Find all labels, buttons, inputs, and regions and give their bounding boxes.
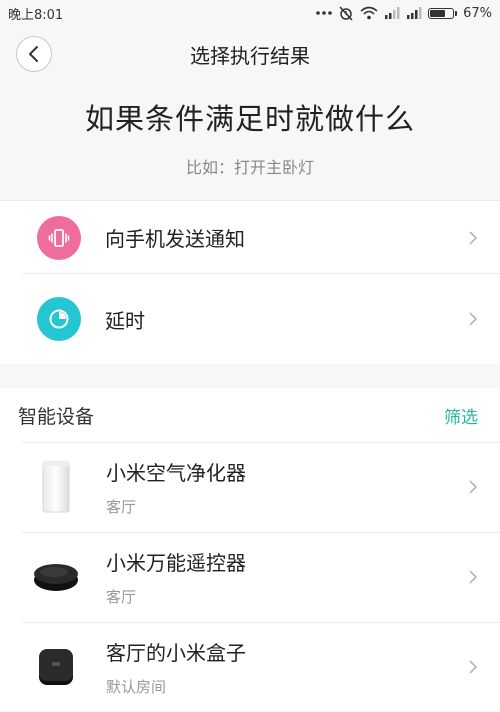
chevron-right-icon xyxy=(469,480,478,494)
signal-icon xyxy=(406,7,422,19)
universal-remote-image xyxy=(20,547,92,607)
status-bar: 晚上8:01 67% xyxy=(0,0,500,26)
status-icons: 67% xyxy=(316,5,492,21)
condition-headline: 如果条件满足时就做什么 xyxy=(84,102,415,136)
device-name: 小米空气净化器 xyxy=(106,461,246,485)
device-universal-remote[interactable]: 小米万能遥控器 客厅 xyxy=(0,532,500,622)
device-name: 客厅的小米盒子 xyxy=(106,641,246,665)
action-notify-phone[interactable]: 向手机发送通知 xyxy=(0,201,500,274)
nav-bar: 选择执行结果 xyxy=(0,26,500,82)
section-title: 智能设备 xyxy=(18,405,95,428)
device-air-purifier[interactable]: 小米空气净化器 客厅 xyxy=(0,442,500,532)
back-button[interactable] xyxy=(16,36,52,72)
device-room: 客厅 xyxy=(106,588,137,606)
action-list: 向手机发送通知 延时 xyxy=(0,200,500,364)
smart-devices-section: 智能设备 筛选 小米空气净化器 客厅 小米万能遥控器 客厅 客厅的小米盒子 默认… xyxy=(0,388,500,711)
chevron-right-icon xyxy=(469,570,478,584)
chevron-right-icon xyxy=(469,230,478,245)
timer-icon xyxy=(37,297,81,341)
device-name: 小米万能遥控器 xyxy=(106,551,246,575)
hint-text: 比如：打开主卧灯 xyxy=(185,158,314,177)
chevron-right-icon xyxy=(469,660,478,674)
action-delay[interactable]: 延时 xyxy=(0,274,500,364)
device-mi-box[interactable]: 客厅的小米盒子 默认房间 xyxy=(0,622,500,712)
battery-percent: 67% xyxy=(463,5,492,21)
status-time: 晚上8:01 xyxy=(8,7,64,23)
wifi-icon xyxy=(360,6,378,20)
filter-button[interactable]: 筛选 xyxy=(444,403,478,428)
back-chevron-icon xyxy=(29,46,38,62)
device-room: 默认房间 xyxy=(106,678,167,696)
more-dots-icon xyxy=(316,10,332,16)
alarm-off-icon xyxy=(338,5,354,21)
device-room: 客厅 xyxy=(106,498,137,516)
section-header: 智能设备 筛选 xyxy=(0,388,500,442)
action-label: 向手机发送通知 xyxy=(105,227,245,251)
air-purifier-image xyxy=(20,457,92,517)
signal-icon xyxy=(384,7,400,19)
page-title: 选择执行结果 xyxy=(190,43,310,68)
action-label: 延时 xyxy=(105,308,145,333)
phone-vibrate-icon xyxy=(37,215,81,260)
mi-box-image xyxy=(20,637,92,697)
battery-icon xyxy=(428,7,458,19)
chevron-right-icon xyxy=(469,312,478,326)
